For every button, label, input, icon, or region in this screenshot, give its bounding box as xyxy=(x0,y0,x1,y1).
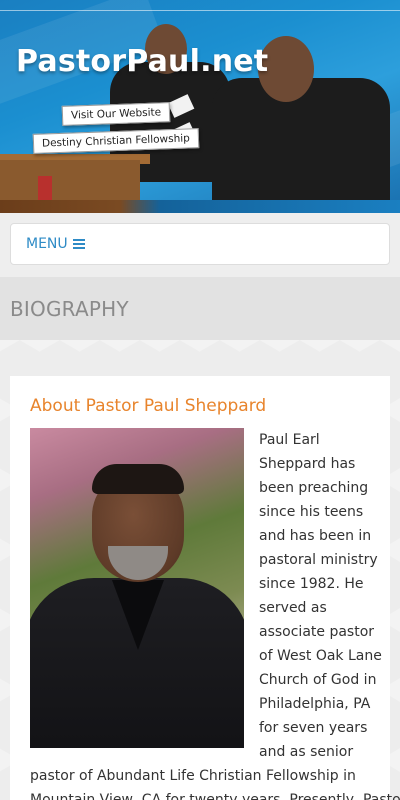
bio-line: Paul Earl xyxy=(259,432,320,448)
bio-line: Church of God in xyxy=(259,672,377,688)
bio-text-wide: pastor of Abundant Life Christian Fellow… xyxy=(30,764,400,800)
bio-line: Mountain View, CA for twenty years. Pres… xyxy=(30,792,400,800)
bio-line: for seven years xyxy=(259,720,368,736)
bio-line: of West Oak Lane xyxy=(259,648,382,664)
bio-line: Sheppard has xyxy=(259,456,356,472)
bio-line: since 1982. He xyxy=(259,576,364,592)
bio-line: since his teens xyxy=(259,504,364,520)
bio-line: associate pastor xyxy=(259,624,375,640)
bio-line: served as xyxy=(259,600,327,616)
bio-line: pastoral ministry xyxy=(259,552,378,568)
banner-bottom-strip xyxy=(0,200,400,213)
bio-line: and as senior xyxy=(259,744,354,760)
bio-line: and has been in xyxy=(259,528,372,544)
header-banner[interactable]: PastorPaul.net Visit Our Website Destiny… xyxy=(0,0,400,213)
menu-toggle-button[interactable]: MENU xyxy=(26,236,85,252)
page-title: BIOGRAPHY xyxy=(10,297,129,321)
menu-label: MENU xyxy=(26,236,68,252)
article-heading: About Pastor Paul Sheppard xyxy=(30,396,267,416)
site-title[interactable]: PastorPaul.net xyxy=(16,44,268,79)
visit-website-button[interactable]: Visit Our Website xyxy=(61,102,171,126)
hamburger-icon xyxy=(72,239,85,249)
bio-line: pastor of Abundant Life Christian Fellow… xyxy=(30,768,356,784)
pastor-photo xyxy=(30,428,244,748)
bio-text-narrow: Paul Earl Sheppard has been preaching si… xyxy=(259,428,382,764)
banner-top-rule xyxy=(0,10,400,11)
bio-line: been preaching xyxy=(259,480,369,496)
bio-line: Philadelphia, PA xyxy=(259,696,371,712)
nav-bar: MENU xyxy=(10,223,390,265)
